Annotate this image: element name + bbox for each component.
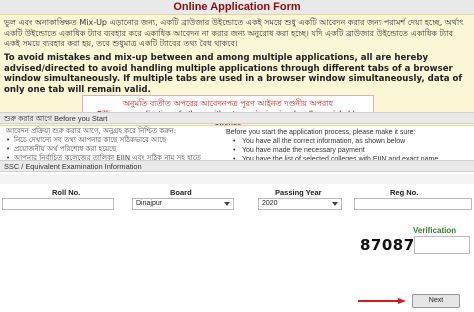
checklist-en-item: You have all the correct information, as… <box>226 137 471 146</box>
chevron-down-icon <box>332 202 338 206</box>
page-title: Online Application Form <box>0 0 474 14</box>
ssc-info-heading: SSC / Equivalent Examination Information <box>0 160 474 172</box>
passing-year-label: Passing Year <box>275 188 322 197</box>
notice-bn: ভুল এবং অনাকাঙ্ক্ষিত Mix-Up এড়ানোর জন্য… <box>4 18 464 48</box>
board-label: Board <box>170 188 192 197</box>
notice-en: To avoid mistakes and mix-up between and… <box>4 53 463 95</box>
checklist-en-intro: Before you start the application process… <box>226 129 416 136</box>
section-spacer <box>0 174 474 184</box>
checklist-en-item: You have made the necessary payment <box>226 146 471 155</box>
tab-warning-notice: ভুল এবং অনাকাঙ্ক্ষিত Mix-Up এড়ানোর জন্য… <box>0 14 474 127</box>
chevron-down-icon <box>224 202 230 206</box>
arrow-right-icon <box>358 298 406 304</box>
checklist-bn-intro: আবেদন প্রক্রিয়া শুরু করার আগে, অনুগ্রহ … <box>6 127 177 135</box>
board-select-value: Dinajpur <box>136 200 163 207</box>
checklist-bn-item: প্রয়োজনীয় অর্থ পরিশোধ করা হয়েছে <box>6 145 216 154</box>
before-start-heading: শুরু করার আগে Before you Start <box>0 112 474 124</box>
reg-input[interactable] <box>354 198 472 210</box>
roll-label: Roll No. <box>52 188 81 197</box>
board-select[interactable]: Dinajpur <box>132 198 234 210</box>
checklist-en: Before you start the application process… <box>226 128 471 164</box>
next-button[interactable]: Next <box>412 294 460 308</box>
roll-input[interactable] <box>2 198 114 210</box>
passing-year-select-value: 2020 <box>262 200 278 207</box>
verification-label: Verification <box>413 226 457 235</box>
checklist-bn-item: নিচে দেখানো সব তথ্য আপনার কাছে সঠিকভাবে … <box>6 136 216 145</box>
verification-input[interactable] <box>414 236 470 254</box>
captcha-code: 87087 <box>360 236 415 254</box>
passing-year-select[interactable]: 2020 <box>258 198 342 210</box>
reg-label: Reg No. <box>390 188 419 197</box>
